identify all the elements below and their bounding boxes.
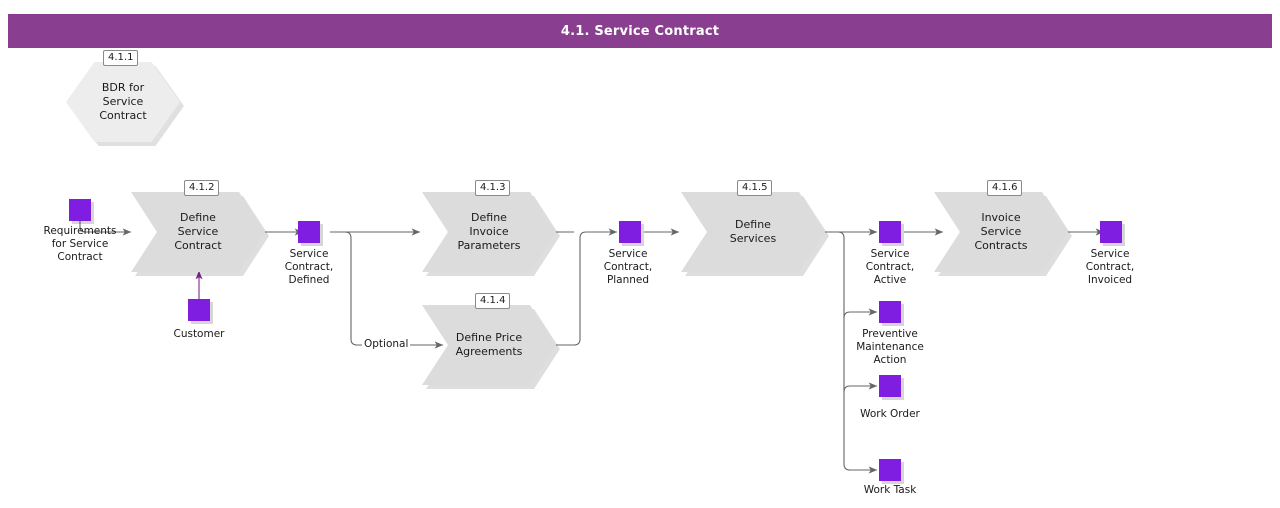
object-square (879, 375, 901, 397)
object-service-contract-invoiced[interactable] (1100, 221, 1125, 246)
process-id-badge-4-1-5: 4.1.5 (737, 180, 773, 196)
process-id-badge-4-1-4: 4.1.4 (475, 293, 511, 309)
object-square (879, 301, 901, 323)
object-service-contract-planned[interactable] (619, 221, 644, 246)
object-label-work-order: Work Order (860, 408, 920, 420)
process-id-badge-4-1-1: 4.1.1 (103, 50, 139, 66)
object-square (879, 221, 901, 243)
process-label: Define Services (729, 218, 777, 245)
object-label-preventive-maintenance-action: Preventive Maintenance Action (856, 328, 924, 366)
object-square (188, 299, 210, 321)
process-label: Define Service Contract (174, 211, 222, 252)
process-label: BDR for Service Contract (99, 81, 147, 122)
process-label: Invoice Service Contracts (974, 211, 1028, 252)
object-label-requirements-for-service-contract: Requirements for Service Contract (43, 225, 117, 263)
process-label: Define Invoice Parameters (457, 211, 521, 252)
object-customer[interactable] (188, 299, 213, 324)
process-id-badge-4-1-2: 4.1.2 (184, 180, 220, 196)
object-label-customer: Customer (173, 328, 225, 340)
object-label-service-contract-active: Service Contract, Active (865, 248, 915, 286)
object-requirements-for-service-contract[interactable] (69, 199, 94, 224)
object-square (619, 221, 641, 243)
diagram-canvas: 4.1. Service Contract BDR for Service Co… (0, 0, 1280, 508)
object-label-service-contract-invoiced: Service Contract, Invoiced (1085, 248, 1135, 286)
object-service-contract-active[interactable] (879, 221, 904, 246)
process-4-1-4[interactable]: Define Price Agreements (422, 305, 556, 385)
object-work-order[interactable] (879, 375, 904, 400)
process-4-1-1[interactable]: BDR for Service Contract (66, 62, 184, 146)
object-square (1100, 221, 1122, 243)
process-label: Define Price Agreements (455, 331, 523, 358)
process-4-1-3[interactable]: Define Invoice Parameters (422, 192, 556, 272)
object-square (879, 459, 901, 481)
object-preventive-maintenance-action[interactable] (879, 301, 904, 326)
object-label-work-task: Work Task (863, 484, 917, 496)
process-4-1-2[interactable]: Define Service Contract (131, 192, 265, 272)
object-label-service-contract-planned: Service Contract, Planned (603, 248, 653, 286)
object-service-contract-defined[interactable] (298, 221, 323, 246)
process-id-badge-4-1-3: 4.1.3 (475, 180, 511, 196)
process-4-1-6[interactable]: Invoice Service Contracts (934, 192, 1068, 272)
process-id-badge-4-1-6: 4.1.6 (987, 180, 1023, 196)
object-label-service-contract-defined: Service Contract, Defined (284, 248, 334, 286)
process-4-1-5[interactable]: Define Services (681, 192, 825, 272)
object-work-task[interactable] (879, 459, 904, 484)
object-square (298, 221, 320, 243)
edge-label-optional: Optional (362, 338, 411, 351)
object-square (69, 199, 91, 221)
